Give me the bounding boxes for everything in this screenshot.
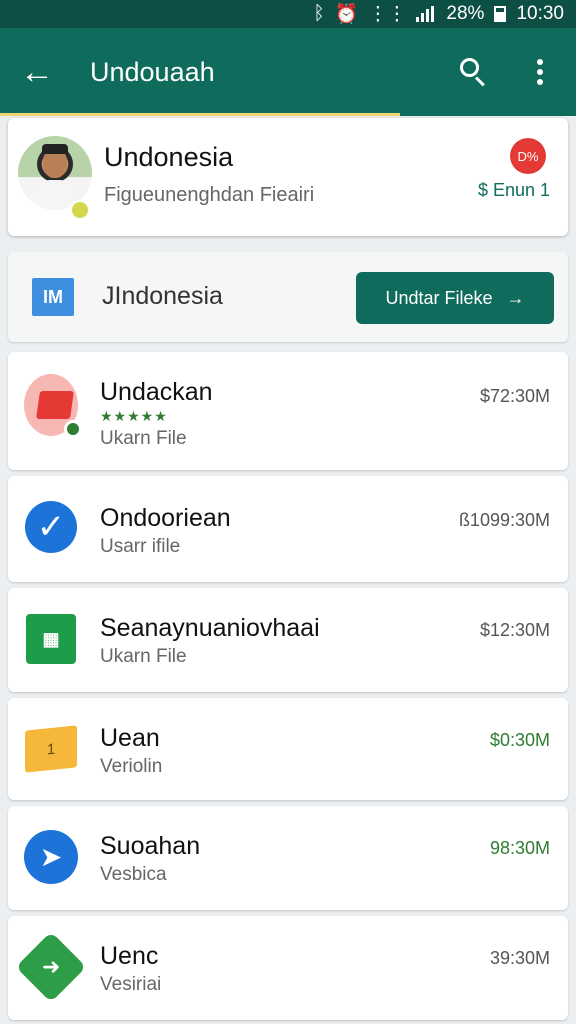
search-icon[interactable] (454, 52, 494, 92)
vibrate-icon: ⋮⋮ (368, 3, 407, 25)
item-price: $12:30M (479, 620, 550, 640)
battery-icon (494, 6, 507, 22)
check-icon: ✓ (24, 500, 78, 554)
app-bar: ← Undouaah (0, 28, 576, 116)
red-cube-icon (24, 374, 82, 438)
green-box-icon: ➜ (15, 931, 87, 1003)
arrow-left-icon[interactable]: ← (20, 55, 60, 89)
profile-meta: $ Enun 1 (477, 180, 550, 200)
item-subtitle: Vesbica (100, 864, 167, 885)
online-status-icon (70, 200, 90, 220)
more-vert-icon[interactable] (528, 59, 552, 85)
item-title: Suoahan (100, 832, 201, 860)
item-title: Ondooriean (100, 504, 231, 532)
list-item[interactable]: Undackan ★★★★★ Ukarn File $72:30M (8, 352, 568, 470)
profile-name: Undonesia (104, 142, 234, 172)
item-price: 98:30M (489, 838, 550, 858)
item-subtitle: Ukarn File (100, 428, 187, 449)
item-subtitle: Veriolin (100, 756, 163, 777)
list-item[interactable]: ➜ Uenc Vesiriai 39:30M (8, 916, 568, 1020)
bluetooth-icon: ᛒ (313, 3, 325, 24)
profile-card[interactable]: Undonesia Figueunenghdan Fieairi D% $ En… (8, 118, 568, 236)
profile-subtitle: Figueunenghdan Fieairi (104, 184, 315, 206)
list-item[interactable]: ▦ Seanaynuaniovhaai Ukarn File $12:30M (8, 588, 568, 692)
notification-badge[interactable]: D% (510, 138, 546, 174)
item-subtitle: Vesiriai (100, 974, 162, 995)
item-price: $72:30M (479, 386, 550, 406)
item-title: Uenc (100, 942, 159, 970)
country-name: JIndonesia (102, 282, 223, 310)
file-action-label: Undtar Fileke (385, 287, 493, 308)
list-item[interactable]: ✓ Ondooriean Usarr ifile ß1099:30M (8, 476, 568, 582)
item-subtitle: Usarr ifile (100, 536, 181, 557)
item-price: $0:30M (489, 730, 550, 750)
country-logo: IM (32, 278, 74, 316)
rating-stars: ★★★★★ (100, 408, 168, 424)
signal-icon (416, 6, 436, 22)
item-title: Uean (100, 724, 160, 752)
status-bar: ᛒ ⏰ ⋮⋮ 28% 10:30 (0, 0, 576, 28)
progress-indicator (0, 113, 400, 116)
box-icon: 1 (24, 722, 78, 776)
item-price: 39:30M (489, 948, 550, 968)
clock: 10:30 (516, 3, 564, 24)
list-item[interactable]: ➤ Suoahan Vesbica 98:30M (8, 806, 568, 910)
battery-percentage: 28% (446, 3, 485, 24)
app-title: Undouaah (90, 56, 215, 87)
messenger-icon: ➤ (24, 830, 78, 884)
alarm-icon: ⏰ (334, 4, 359, 25)
country-panel: IM JIndonesia Undtar Fileke → (8, 252, 568, 342)
item-title: Seanaynuaniovhaai (100, 614, 320, 642)
list-item[interactable]: 1 Uean Veriolin $0:30M (8, 698, 568, 800)
avatar[interactable] (18, 136, 92, 210)
item-price: ß1099:30M (458, 510, 550, 530)
grid-icon: ▦ (24, 612, 78, 666)
item-title: Undackan (100, 378, 213, 406)
file-action-button[interactable]: Undtar Fileke → (356, 272, 554, 324)
arrow-right-icon: → (506, 287, 525, 308)
item-subtitle: Ukarn File (100, 646, 187, 667)
